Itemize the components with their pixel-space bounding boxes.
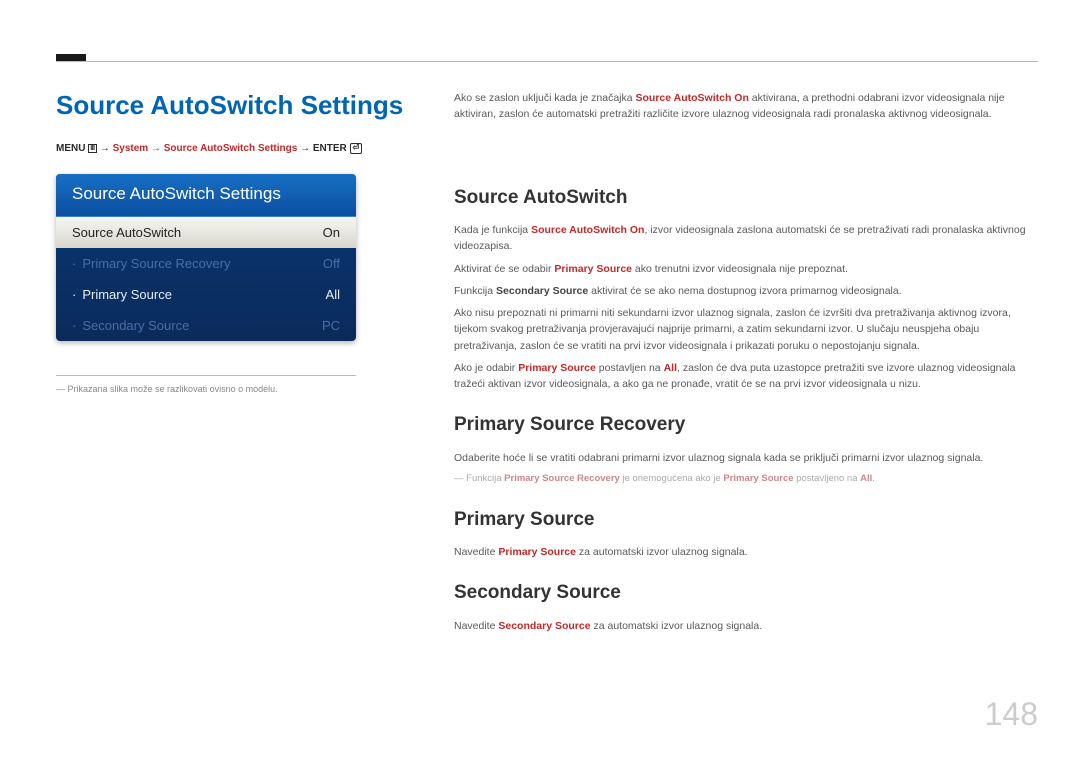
osd-row-value: All (326, 287, 340, 302)
page-number: 148 (985, 696, 1038, 733)
osd-row-value: On (323, 225, 340, 240)
osd-row-primary-recovery[interactable]: Primary Source Recovery Off (56, 248, 356, 279)
text: Navedite (454, 620, 498, 632)
intro-paragraph: Ako se zaslon uključi kada je značajka S… (454, 90, 1038, 123)
page-content: Source AutoSwitch Settings MENU Ⅲ → Syst… (56, 90, 1038, 640)
highlight: Secondary Source (496, 285, 588, 297)
osd-row-label: Primary Source Recovery (72, 256, 230, 271)
text: za automatski izvor ulaznog signala. (576, 546, 748, 558)
note: Funkcija Primary Source Recovery je onem… (454, 472, 1038, 487)
highlight: All (664, 362, 677, 374)
highlight: Primary Source Recovery (504, 473, 620, 484)
right-column: Ako se zaslon uključi kada je značajka S… (454, 90, 1038, 640)
paragraph: Odaberite hoće li se vratiti odabrani pr… (454, 450, 1038, 466)
text: Ako se zaslon uključi kada je značajka (454, 92, 636, 104)
highlight: Primary Source (518, 362, 596, 374)
section-title-primary-source: Primary Source (454, 505, 1038, 534)
header-divider (56, 61, 1038, 62)
osd-panel-header: Source AutoSwitch Settings (56, 174, 356, 217)
osd-row-label: Primary Source (72, 287, 172, 302)
paragraph: Ako je odabir Primary Source postavljen … (454, 360, 1038, 393)
breadcrumb-enter: ENTER (313, 143, 347, 154)
text: postavljen na (596, 362, 664, 374)
enter-icon: ⏎ (350, 143, 363, 154)
breadcrumb: MENU Ⅲ → System → Source AutoSwitch Sett… (56, 143, 416, 154)
breadcrumb-menu: MENU (56, 143, 85, 154)
header-accent (56, 54, 86, 61)
breadcrumb-arrow1: → (100, 143, 113, 154)
text: Ako je odabir (454, 362, 518, 374)
paragraph: Navedite Primary Source za automatski iz… (454, 544, 1038, 560)
text: Navedite (454, 546, 498, 558)
osd-panel: Source AutoSwitch Settings Source AutoSw… (56, 174, 356, 341)
paragraph: Aktivirat će se odabir Primary Source ak… (454, 261, 1038, 277)
osd-row-label: Source AutoSwitch (72, 225, 181, 240)
menu-icon: Ⅲ (88, 144, 97, 153)
highlight: Secondary Source (498, 620, 590, 632)
section-title-source-autoswitch: Source AutoSwitch (454, 183, 1038, 212)
text: Kada je funkcija (454, 224, 531, 236)
text: Funkcija (466, 473, 504, 484)
text: je onemogućena ako je (620, 473, 724, 484)
osd-row-source-autoswitch[interactable]: Source AutoSwitch On (56, 217, 356, 248)
section-title-primary-recovery: Primary Source Recovery (454, 410, 1038, 439)
osd-row-primary-source[interactable]: Primary Source All (56, 279, 356, 310)
highlight: Source AutoSwitch On (531, 224, 644, 236)
text: Aktivirat će se odabir (454, 263, 554, 275)
main-title: Source AutoSwitch Settings (56, 90, 416, 121)
paragraph: Funkcija Secondary Source aktivirat će s… (454, 283, 1038, 299)
text: Funkcija (454, 285, 496, 297)
footnote: Prikazana slika može se razlikovati ovis… (56, 384, 356, 394)
text: za automatski izvor ulaznog signala. (591, 620, 763, 632)
text: ako trenutni izvor videosignala nije pre… (632, 263, 848, 275)
highlight: Source AutoSwitch On (636, 92, 749, 104)
highlight: Primary Source (554, 263, 632, 275)
breadcrumb-arrow2: → (300, 143, 313, 154)
highlight: All (860, 473, 872, 484)
osd-row-value: PC (322, 318, 340, 333)
text: aktivirat će se ako nema dostupnog izvor… (588, 285, 901, 297)
paragraph: Kada je funkcija Source AutoSwitch On, i… (454, 222, 1038, 255)
osd-row-secondary-source[interactable]: Secondary Source PC (56, 310, 356, 341)
section-title-secondary-source: Secondary Source (454, 578, 1038, 607)
osd-row-value: Off (323, 256, 340, 271)
left-column: Source AutoSwitch Settings MENU Ⅲ → Syst… (56, 90, 416, 640)
paragraph: Ako nisu prepoznati ni primarni niti sek… (454, 305, 1038, 354)
highlight: Primary Source (723, 473, 793, 484)
osd-row-label: Secondary Source (72, 318, 189, 333)
text: . (872, 473, 875, 484)
footnote-divider (56, 375, 356, 376)
paragraph: Navedite Secondary Source za automatski … (454, 618, 1038, 634)
text: postavljeno na (794, 473, 861, 484)
highlight: Primary Source (498, 546, 576, 558)
breadcrumb-path: System → Source AutoSwitch Settings (113, 143, 298, 154)
